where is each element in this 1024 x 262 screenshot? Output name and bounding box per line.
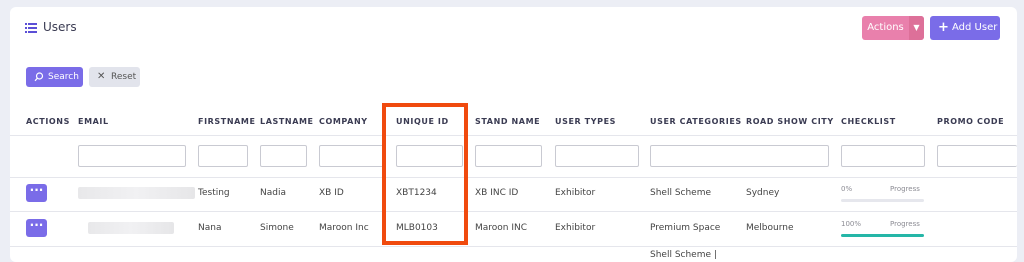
lastname-filter-input[interactable] bbox=[260, 145, 307, 167]
stand-name-cell: XB INC ID bbox=[475, 188, 519, 198]
row-divider bbox=[10, 177, 1017, 178]
firstname-cell: Testing bbox=[198, 188, 230, 198]
header-divider bbox=[10, 135, 1017, 136]
search-label: Search bbox=[48, 72, 79, 82]
search-button[interactable]: Search bbox=[26, 67, 83, 87]
reset-button[interactable]: ✕ Reset bbox=[89, 67, 140, 87]
actions-label: Actions bbox=[867, 22, 904, 33]
col-header-email[interactable]: EMAIL bbox=[78, 117, 109, 126]
email-redacted bbox=[88, 222, 174, 234]
col-header-actions: ACTIONS bbox=[26, 117, 70, 126]
users-card: Users Actions ▼ + Add User Search ✕ Rese… bbox=[10, 7, 1017, 262]
company-filter-input[interactable] bbox=[319, 145, 386, 167]
checklist-progress-bar bbox=[841, 199, 924, 202]
unique-id-highlight-box bbox=[382, 103, 468, 245]
col-header-company[interactable]: COMPANY bbox=[319, 117, 368, 126]
progress-label: Progress bbox=[890, 185, 920, 193]
progress-fill bbox=[841, 234, 924, 237]
page-title: Users bbox=[43, 20, 77, 34]
chevron-down-icon[interactable]: ▼ bbox=[909, 16, 924, 40]
row-actions-button[interactable]: ··· bbox=[26, 219, 47, 237]
user-category-cell: Shell Scheme | bbox=[650, 250, 717, 260]
actions-button[interactable]: Actions ▼ bbox=[862, 16, 924, 40]
col-header-checklist[interactable]: CHECKLIST bbox=[841, 117, 896, 126]
add-user-label: Add User bbox=[952, 22, 998, 33]
add-user-button[interactable]: + Add User bbox=[930, 16, 1000, 40]
company-cell: Maroon Inc bbox=[319, 223, 369, 233]
row-actions-button[interactable]: ··· bbox=[26, 184, 47, 202]
user-categories-filter-input[interactable] bbox=[650, 145, 829, 167]
search-icon bbox=[34, 72, 44, 82]
promo-code-filter-input[interactable] bbox=[937, 145, 1017, 167]
row-divider bbox=[10, 211, 1017, 212]
row-divider bbox=[10, 246, 1017, 247]
progress-label: Progress bbox=[890, 220, 920, 228]
lastname-cell: Simone bbox=[260, 223, 294, 233]
reset-label: Reset bbox=[111, 72, 137, 82]
list-icon bbox=[25, 23, 37, 33]
user-types-filter-input[interactable] bbox=[555, 145, 639, 167]
checklist-progress-bar bbox=[841, 234, 924, 237]
city-cell: Melbourne bbox=[746, 223, 794, 233]
col-header-road-show-city[interactable]: ROAD SHOW CITY bbox=[746, 117, 834, 126]
user-category-cell: Premium Space bbox=[650, 223, 721, 233]
city-cell: Sydney bbox=[746, 188, 780, 198]
lastname-cell: Nadia bbox=[260, 188, 286, 198]
firstname-filter-input[interactable] bbox=[198, 145, 248, 167]
firstname-cell: Nana bbox=[198, 223, 222, 233]
company-cell: XB ID bbox=[319, 188, 344, 198]
col-header-user-categories[interactable]: USER CATEGORIES bbox=[650, 117, 742, 126]
col-header-user-types[interactable]: USER TYPES bbox=[555, 117, 616, 126]
plus-icon: + bbox=[938, 20, 949, 35]
email-redacted bbox=[78, 187, 195, 199]
close-icon: ✕ bbox=[97, 71, 106, 82]
user-category-cell: Shell Scheme bbox=[650, 188, 712, 198]
checklist-percent: 0% bbox=[841, 185, 853, 193]
user-type-cell: Exhibitor bbox=[555, 188, 596, 198]
col-header-stand-name[interactable]: STAND NAME bbox=[475, 117, 540, 126]
user-type-cell: Exhibitor bbox=[555, 223, 596, 233]
col-header-promo-code[interactable]: PROMO CODE bbox=[937, 117, 1004, 126]
checklist-percent: 100% bbox=[841, 220, 862, 228]
stand-name-cell: Maroon INC bbox=[475, 223, 528, 233]
stand-name-filter-input[interactable] bbox=[475, 145, 542, 167]
email-filter-input[interactable] bbox=[78, 145, 186, 167]
checklist-filter-input[interactable] bbox=[841, 145, 925, 167]
col-header-lastname[interactable]: LASTNAME bbox=[260, 117, 314, 126]
col-header-firstname[interactable]: FIRSTNAME bbox=[198, 117, 256, 126]
